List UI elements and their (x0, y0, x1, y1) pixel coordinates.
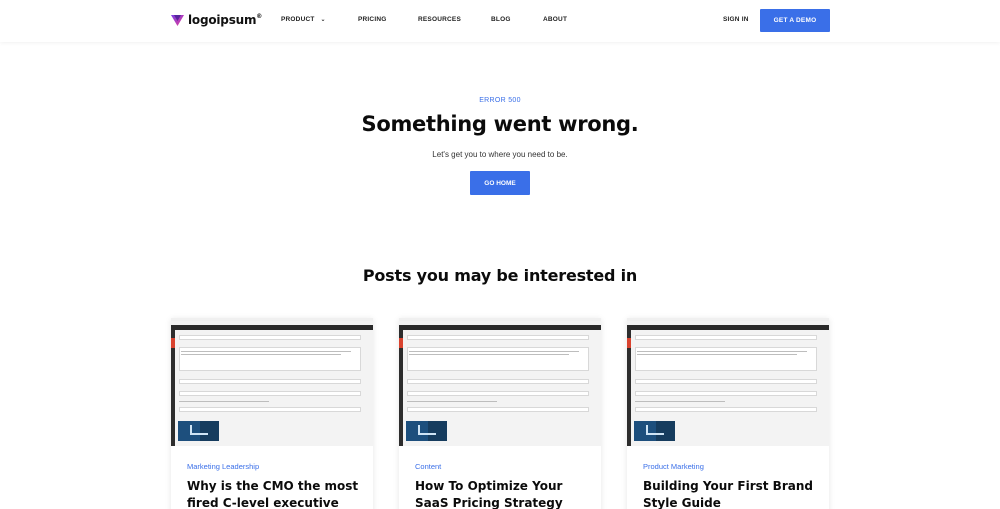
site-header: logoipsum® PRODUCT ⌄ PRICING RESOURCES BL… (0, 0, 1000, 42)
post-category[interactable]: Content (415, 462, 441, 471)
page-subtitle: Let's get you to where you need to be. (432, 150, 568, 159)
chevron-down-icon: ⌄ (320, 17, 326, 23)
thumbnail-image (178, 421, 219, 441)
nav-item-pricing[interactable]: PRICING (358, 16, 387, 23)
post-thumbnail (627, 318, 829, 446)
post-thumbnail (171, 318, 373, 446)
thumbnail-image (406, 421, 447, 441)
post-title[interactable]: Why is the CMO the most fired C-level ex… (187, 478, 365, 509)
sign-in-link[interactable]: SIGN IN (723, 16, 749, 23)
post-category[interactable]: Product Marketing (643, 462, 704, 471)
post-card[interactable]: Content How To Optimize Your SaaS Pricin… (399, 318, 601, 509)
post-card[interactable]: Marketing Leadership Why is the CMO the … (171, 318, 373, 509)
get-a-demo-button[interactable]: GET A DEMO (760, 9, 830, 32)
post-category[interactable]: Marketing Leadership (187, 462, 259, 471)
posts-section-title: Posts you may be interested in (362, 266, 638, 285)
nav-item-product[interactable]: PRODUCT ⌄ (281, 16, 326, 23)
go-home-button[interactable]: GO HOME (470, 171, 530, 195)
logo-text: logoipsum® (188, 13, 263, 27)
logo-icon (171, 15, 184, 26)
nav-item-about[interactable]: ABOUT (543, 16, 567, 23)
post-title[interactable]: How To Optimize Your SaaS Pricing Strate… (415, 478, 593, 509)
post-title[interactable]: Building Your First Brand Style Guide (643, 478, 821, 509)
thumbnail-image (634, 421, 675, 441)
logo[interactable]: logoipsum® (170, 12, 262, 28)
page-title: Something went wrong. (361, 112, 639, 136)
nav-item-resources[interactable]: RESOURCES (418, 16, 461, 23)
post-card[interactable]: Product Marketing Building Your First Br… (627, 318, 829, 509)
post-thumbnail (399, 318, 601, 446)
error-code: ERROR 500 (479, 97, 521, 104)
nav-item-blog[interactable]: BLOG (491, 16, 511, 23)
